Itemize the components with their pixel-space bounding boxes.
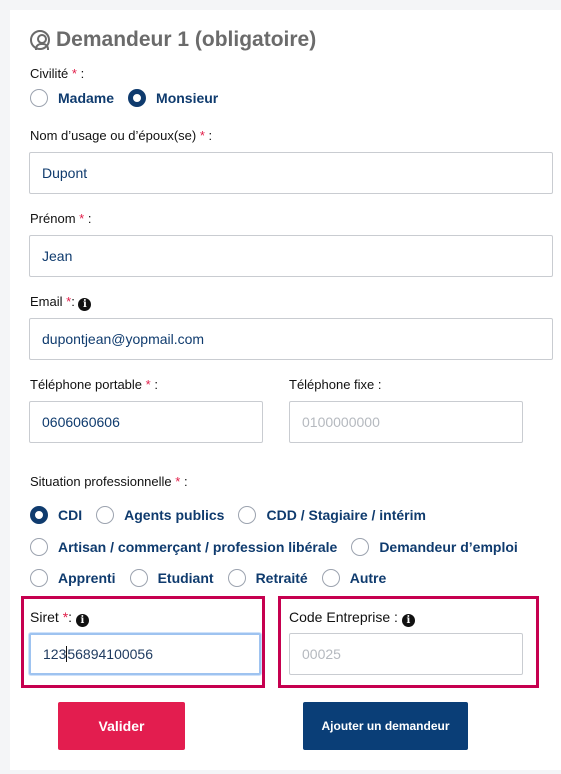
nom-input[interactable]: Dupont [29, 152, 553, 194]
radio-circle[interactable] [321, 569, 340, 587]
section-title: Demandeur 1 (obligatoire) [30, 28, 316, 52]
radio-agents-publics[interactable]: Agents publics [96, 506, 224, 524]
civilite-radio-group: Madame Monsieur [30, 89, 232, 107]
situation-radio-row-3: Apprenti Etudiant Retraité Autre [30, 569, 400, 587]
radio-circle-checked[interactable] [128, 89, 147, 107]
email-input[interactable]: dupontjean@yopmail.com [29, 318, 553, 360]
radio-circle[interactable] [238, 506, 257, 524]
email-label: Email *: i [30, 294, 92, 311]
radio-autre[interactable]: Autre [321, 569, 386, 587]
radio-retraite[interactable]: Retraité [227, 569, 308, 587]
section-title-text: Demandeur 1 (obligatoire) [56, 28, 317, 51]
civilite-label: Civilité * : [30, 66, 85, 81]
tel-portable-input[interactable]: 0606060606 [29, 401, 263, 443]
situation-radio-row-1: CDI Agents publics CDD / Stagiaire / int… [30, 506, 440, 524]
radio-artisan[interactable]: Artisan / commerçant / profession libéra… [30, 538, 337, 556]
radio-circle[interactable] [227, 569, 246, 587]
radio-cdd[interactable]: CDD / Stagiaire / intérim [238, 506, 426, 524]
radio-circle[interactable] [30, 538, 48, 556]
user-circle-icon [30, 30, 50, 50]
siret-label: Siret *: i [30, 609, 89, 627]
radio-demandeur-emploi[interactable]: Demandeur d’emploi [351, 538, 518, 556]
nom-label: Nom d’usage ou d’époux(se) * : [30, 128, 213, 143]
radio-apprenti[interactable]: Apprenti [30, 569, 116, 587]
radio-circle[interactable] [30, 89, 48, 107]
code-entreprise-input[interactable]: 00025 [289, 633, 523, 675]
radio-circle[interactable] [96, 506, 115, 524]
code-entreprise-label: Code Entreprise : i [289, 609, 415, 627]
prenom-input[interactable]: Jean [29, 235, 553, 277]
tel-fixe-input[interactable]: 0100000000 [289, 401, 523, 443]
radio-monsieur[interactable]: Monsieur [128, 89, 218, 107]
ajouter-demandeur-button[interactable]: Ajouter un demandeur [303, 702, 468, 750]
info-icon[interactable]: i [78, 298, 92, 311]
radio-circle[interactable] [30, 569, 48, 587]
tel-fixe-label: Téléphone fixe : [289, 377, 382, 392]
situation-label: Situation professionnelle * : [30, 474, 188, 489]
tel-portable-label: Téléphone portable * : [30, 377, 158, 392]
siret-input[interactable]: 12356894100056 [29, 633, 261, 675]
radio-etudiant[interactable]: Etudiant [129, 569, 214, 587]
valider-button[interactable]: Valider [58, 702, 185, 750]
radio-circle[interactable] [351, 538, 370, 556]
radio-circle-checked[interactable] [30, 506, 48, 524]
info-icon[interactable]: i [401, 614, 415, 627]
radio-madame[interactable]: Madame [30, 89, 114, 107]
situation-radio-row-2: Artisan / commerçant / profession libéra… [30, 538, 532, 556]
radio-circle[interactable] [129, 569, 148, 587]
radio-cdi[interactable]: CDI [30, 506, 82, 524]
info-icon[interactable]: i [75, 614, 89, 627]
prenom-label: Prénom * : [30, 211, 92, 226]
